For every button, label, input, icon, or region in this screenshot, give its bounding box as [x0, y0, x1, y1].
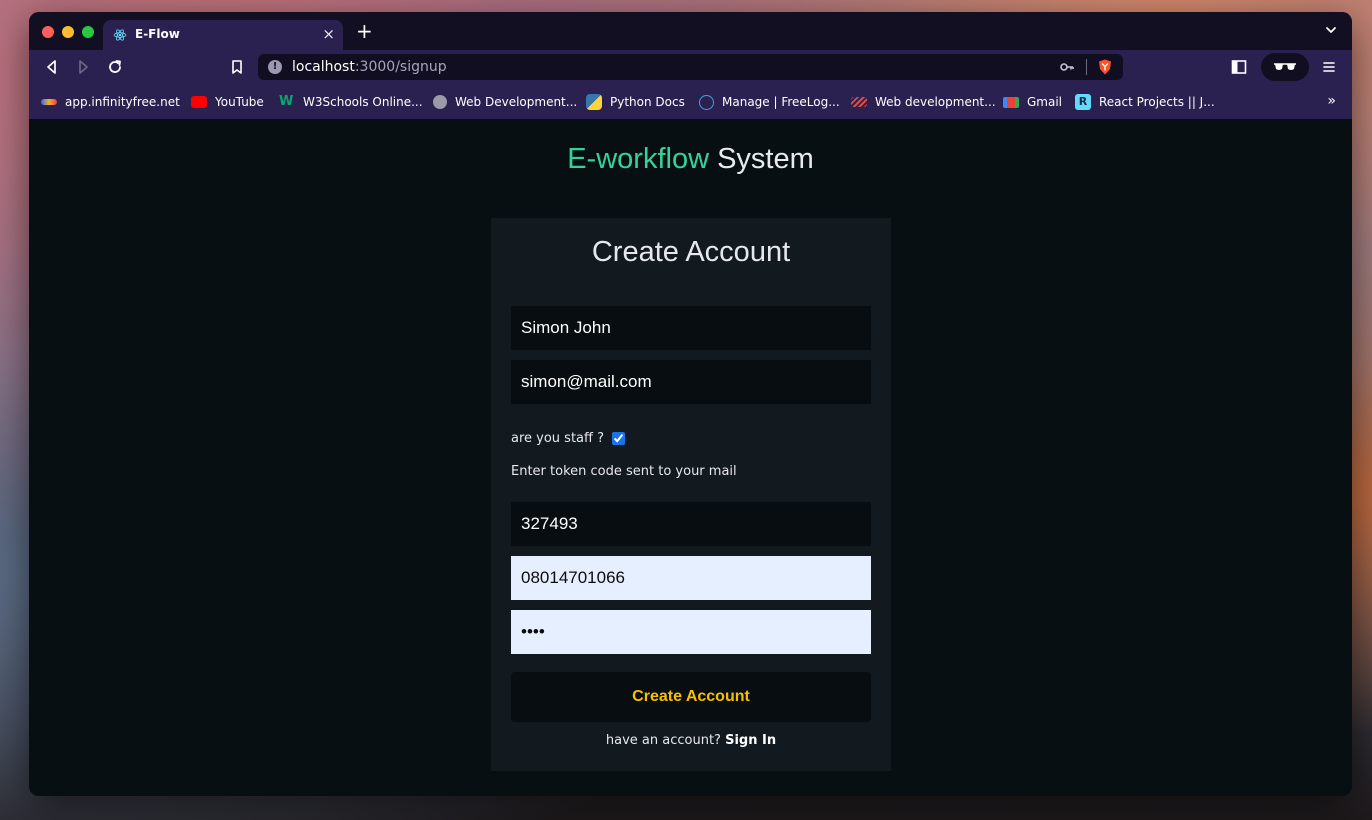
- bookmark-label: YouTube: [215, 95, 264, 109]
- key-icon[interactable]: [1059, 59, 1075, 75]
- signin-prompt-text: have an account?: [605, 733, 721, 748]
- bookmark-label: Python Docs: [610, 95, 685, 109]
- browser-window: E-Flow × + ! localhost:3000/signup app.i…: [29, 12, 1352, 796]
- bookmark-icon[interactable]: [228, 58, 246, 76]
- signup-card: Create Account are you staff ? Enter tok…: [491, 218, 891, 771]
- back-icon[interactable]: [43, 58, 61, 76]
- token-field[interactable]: [511, 502, 871, 546]
- globe-icon: [433, 95, 447, 109]
- private-mode-badge[interactable]: [1261, 53, 1309, 81]
- maximize-window-button[interactable]: [82, 26, 94, 38]
- bookmark-w3schools[interactable]: W W3Schools Online...: [279, 93, 423, 111]
- youtube-icon: [191, 96, 207, 108]
- card-title: Create Account: [591, 236, 791, 268]
- address-bar[interactable]: ! localhost:3000/signup: [258, 54, 1123, 80]
- site-info-icon[interactable]: !: [268, 60, 282, 74]
- bookmarks-bar: app.infinityfree.net YouTube W W3Schools…: [29, 84, 1352, 119]
- bookmark-react-projects[interactable]: R React Projects || J...: [1075, 93, 1215, 111]
- sunglasses-icon: [1274, 63, 1296, 70]
- signin-prompt: have an account? Sign In: [491, 733, 891, 748]
- close-window-button[interactable]: [42, 26, 54, 38]
- brand-primary: E-workflow: [567, 143, 710, 175]
- gmail-icon: [1003, 96, 1019, 108]
- bookmark-label: Web Development...: [455, 95, 578, 109]
- bookmark-gmail[interactable]: Gmail: [1003, 93, 1062, 111]
- staff-label: are you staff ?: [511, 431, 604, 446]
- bookmark-label: Web development...: [875, 95, 996, 109]
- address-url: localhost:3000/signup: [292, 59, 447, 75]
- minimize-window-button[interactable]: [62, 26, 74, 38]
- python-icon: [586, 94, 602, 110]
- bookmark-label: Manage | FreeLog...: [722, 95, 840, 109]
- page-content: E-workflow System Create Account are you…: [29, 119, 1352, 796]
- tab-eflow[interactable]: E-Flow ×: [103, 20, 343, 50]
- phone-field[interactable]: [511, 556, 871, 600]
- reload-icon[interactable]: [106, 58, 124, 76]
- w3schools-icon: W: [279, 94, 294, 109]
- bookmark-label: app.infinityfree.net: [65, 95, 180, 109]
- token-hint: Enter token code sent to your mail: [511, 464, 737, 479]
- bookmark-label: React Projects || J...: [1099, 95, 1215, 109]
- more-bookmarks-icon[interactable]: »: [1327, 93, 1336, 109]
- sidebar-icon[interactable]: [1230, 58, 1248, 76]
- brand-secondary: System: [717, 143, 814, 175]
- bookmark-freelogo[interactable]: Manage | FreeLog...: [699, 93, 840, 111]
- password-field[interactable]: [511, 610, 871, 654]
- tab-close-icon[interactable]: ×: [322, 25, 335, 43]
- freelogo-icon: [699, 94, 714, 110]
- webdev-icon: [851, 97, 867, 107]
- address-divider: [1086, 59, 1087, 75]
- brave-shield-icon[interactable]: [1096, 58, 1114, 76]
- address-host: localhost: [292, 59, 355, 75]
- tab-strip: E-Flow × +: [29, 12, 1352, 50]
- bookmark-web-development-2[interactable]: Web development...: [851, 93, 996, 111]
- menu-icon[interactable]: [1320, 58, 1338, 76]
- address-path: :3000/signup: [354, 59, 447, 75]
- chevron-down-icon[interactable]: [1324, 23, 1338, 37]
- signin-link[interactable]: Sign In: [725, 733, 776, 748]
- staff-checkbox[interactable]: [612, 432, 625, 445]
- infinityfree-icon: [41, 99, 57, 105]
- react-projects-icon: R: [1075, 94, 1091, 110]
- bookmark-label: Gmail: [1027, 95, 1063, 109]
- app-title: E-workflow System: [29, 143, 1352, 176]
- bookmark-web-development[interactable]: Web Development...: [433, 93, 577, 111]
- bookmark-label: W3Schools Online...: [303, 95, 423, 109]
- react-icon: [113, 29, 127, 41]
- staff-row: are you staff ?: [511, 431, 625, 446]
- forward-icon[interactable]: [74, 58, 92, 76]
- tab-title: E-Flow: [135, 27, 180, 41]
- new-tab-button[interactable]: +: [356, 21, 373, 41]
- browser-toolbar: ! localhost:3000/signup: [29, 50, 1352, 84]
- bookmark-infinityfree[interactable]: app.infinityfree.net: [41, 93, 180, 111]
- name-field[interactable]: [511, 306, 871, 350]
- email-field[interactable]: [511, 360, 871, 404]
- bookmark-python-docs[interactable]: Python Docs: [586, 93, 685, 111]
- create-account-button[interactable]: Create Account: [511, 672, 871, 722]
- bookmark-youtube[interactable]: YouTube: [191, 93, 264, 111]
